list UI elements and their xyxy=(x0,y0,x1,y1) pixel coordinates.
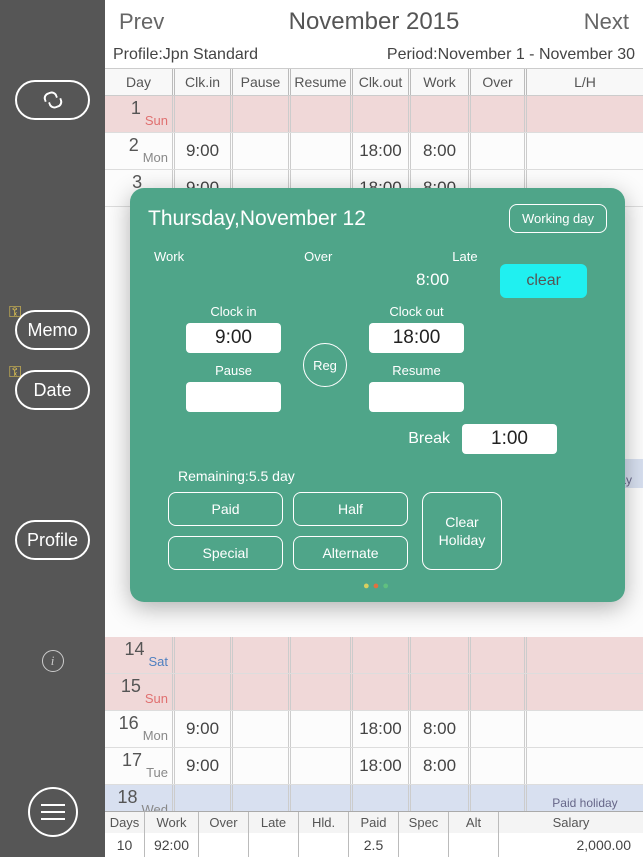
footer-labels: Days Work Over Late Hld. Paid Spec Alt S… xyxy=(105,811,643,833)
break-label: Break xyxy=(408,430,450,448)
table-row[interactable]: 1Sun xyxy=(105,96,643,133)
info-icon[interactable]: i xyxy=(42,650,64,672)
clear-holiday-button[interactable]: Clear Holiday xyxy=(422,492,502,570)
page-title: November 2015 xyxy=(289,8,460,36)
working-day-button[interactable]: Working day xyxy=(509,204,607,233)
profile-button[interactable]: Profile xyxy=(15,520,90,560)
clockout-label: Clock out xyxy=(369,304,464,319)
over-label: Over xyxy=(304,249,332,264)
col-clkout: Clk.out xyxy=(353,69,411,95)
resume-input[interactable] xyxy=(369,382,464,412)
refresh-button[interactable] xyxy=(15,80,90,120)
col-work: Work xyxy=(411,69,471,95)
footer-values: 10 92:00 2.5 2,000.00 xyxy=(105,833,643,857)
col-pause: Pause xyxy=(233,69,291,95)
page-dots: ●●● xyxy=(148,580,607,592)
main-content: Prev November 2015 Next Profile:Jpn Stan… xyxy=(105,0,643,857)
sidebar: ⚿Memo ⚿Date Profile i xyxy=(0,0,105,857)
col-resume: Resume xyxy=(291,69,353,95)
table-row[interactable]: 16Mon9:0018:008:00 xyxy=(105,711,643,748)
clockout-input[interactable]: 18:00 xyxy=(369,323,464,353)
profile-label: Profile:Jpn Standard xyxy=(113,46,258,64)
alternate-button[interactable]: Alternate xyxy=(293,536,408,570)
key-icon: ⚿ xyxy=(9,364,21,382)
period-label: Period:November 1 - November 30 xyxy=(387,46,635,64)
break-input[interactable]: 1:00 xyxy=(462,424,557,454)
key-icon: ⚿ xyxy=(9,304,21,322)
half-button[interactable]: Half xyxy=(293,492,408,526)
resume-label: Resume xyxy=(369,363,464,378)
day-edit-popup: Thursday,November 12 Working day Work Ov… xyxy=(130,188,625,602)
hamburger-icon xyxy=(41,804,65,820)
pause-input[interactable] xyxy=(186,382,281,412)
subheader: Profile:Jpn Standard Period:November 1 -… xyxy=(105,42,643,69)
late-label: Late xyxy=(452,249,477,264)
table-row[interactable]: 15Sun xyxy=(105,674,643,711)
table-row[interactable]: 2Mon9:0018:008:00 xyxy=(105,133,643,170)
col-clkin: Clk.in xyxy=(175,69,233,95)
table-row[interactable]: 18WedPaid holiday xyxy=(105,785,643,811)
table-row[interactable]: 17Tue9:0018:008:00 xyxy=(105,748,643,785)
refresh-icon xyxy=(43,92,63,108)
work-label: Work xyxy=(154,249,184,264)
col-lh: L/H xyxy=(527,69,643,95)
clear-button[interactable]: clear xyxy=(500,264,587,298)
prev-button[interactable]: Prev xyxy=(119,9,164,35)
header-nav: Prev November 2015 Next xyxy=(105,0,643,42)
popup-title: Thursday,November 12 xyxy=(148,207,366,231)
clockin-label: Clock in xyxy=(186,304,281,319)
reg-button[interactable]: Reg xyxy=(303,343,347,387)
col-day: Day xyxy=(105,69,175,95)
special-button[interactable]: Special xyxy=(168,536,283,570)
memo-button[interactable]: ⚿Memo xyxy=(15,310,90,350)
col-over: Over xyxy=(471,69,527,95)
remaining-label: Remaining:5.5 day xyxy=(148,468,607,484)
next-button[interactable]: Next xyxy=(584,9,629,35)
clockin-input[interactable]: 9:00 xyxy=(186,323,281,353)
paid-button[interactable]: Paid xyxy=(168,492,283,526)
table-header: Day Clk.in Pause Resume Clk.out Work Ove… xyxy=(105,69,643,96)
table-row[interactable]: 14Sat xyxy=(105,637,643,674)
date-button[interactable]: ⚿Date xyxy=(15,370,90,410)
pause-label: Pause xyxy=(186,363,281,378)
menu-button[interactable] xyxy=(28,787,78,837)
